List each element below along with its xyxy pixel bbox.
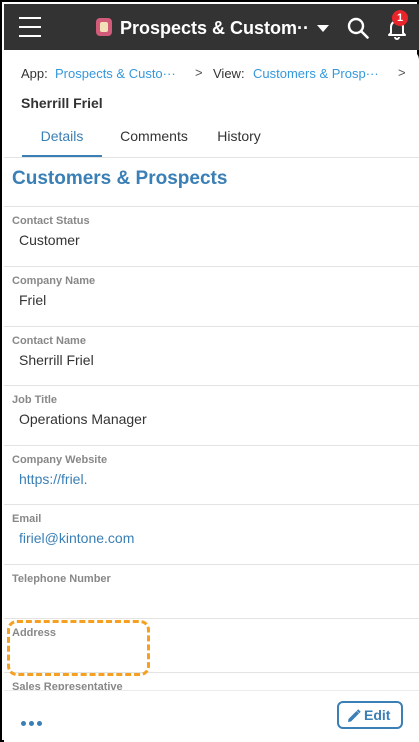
field-value: Customer: [19, 232, 80, 248]
app-icon: [96, 18, 112, 36]
field-label: Company Website: [12, 454, 108, 466]
top-bar: Prospects & Custom···: [4, 4, 419, 50]
search-icon[interactable]: [347, 17, 369, 39]
field-label: Contact Name: [12, 335, 86, 347]
field-value: Sherrill Friel: [19, 352, 94, 368]
breadcrumb-view-link[interactable]: Customers & Prosp···: [253, 66, 379, 81]
tab-history[interactable]: History: [207, 122, 271, 158]
tab-comments[interactable]: Comments: [108, 122, 200, 158]
field-job-title: Job Title Operations Manager: [4, 385, 419, 445]
field-company-name: Company Name Friel: [4, 266, 419, 326]
breadcrumb-app-link[interactable]: Prospects & Custo···: [55, 66, 176, 81]
field-label: Telephone Number: [12, 573, 111, 585]
field-label: Contact Status: [12, 215, 90, 227]
edit-button[interactable]: Edit: [337, 701, 403, 729]
tab-bar: Details Comments History: [4, 122, 419, 158]
details-panel: Customers & Prospects Contact Status Cus…: [4, 158, 419, 690]
section-title: Customers & Prospects: [12, 168, 228, 189]
breadcrumb-separator: >: [398, 65, 406, 80]
field-contact-status: Contact Status Customer: [4, 206, 419, 266]
field-value: Operations Manager: [19, 411, 147, 427]
field-label: Address: [12, 627, 57, 639]
app-frame: Prospects & Custom··· 1 App: Prospects &…: [0, 0, 419, 742]
bottom-toolbar: Edit: [4, 690, 419, 742]
field-sales-representative: Sales Representative: [4, 672, 419, 690]
company-website-link[interactable]: https://friel.: [19, 471, 87, 487]
field-address: Address: [4, 618, 419, 672]
field-label: Company Name: [12, 275, 96, 287]
field-label: Email: [12, 513, 42, 525]
field-value: Friel: [19, 292, 47, 308]
pencil-icon: [348, 709, 361, 722]
more-options-icon[interactable]: [21, 713, 49, 726]
app-title[interactable]: Prospects & Custom···: [120, 16, 310, 40]
menu-icon[interactable]: [19, 17, 41, 37]
field-label: Sales Representative: [12, 681, 123, 690]
breadcrumb: App: Prospects & Custo··· > View: Custom…: [21, 65, 416, 84]
record-card: App: Prospects & Custo··· > View: Custom…: [4, 50, 419, 690]
field-contact-name: Contact Name Sherrill Friel: [4, 326, 419, 385]
field-email: Email firiel@kintone.com: [4, 504, 419, 564]
breadcrumb-view-prefix: View:: [213, 66, 245, 81]
field-label: Job Title: [12, 394, 58, 406]
tab-details[interactable]: Details: [22, 122, 102, 158]
field-company-website: Company Website https://friel.: [4, 445, 419, 504]
email-link[interactable]: firiel@kintone.com: [19, 530, 134, 546]
chevron-down-icon[interactable]: [317, 25, 329, 32]
breadcrumb-app-prefix: App:: [21, 66, 48, 81]
edit-button-label: Edit: [364, 707, 391, 723]
breadcrumb-separator: >: [195, 65, 203, 80]
record-title: Sherrill Friel: [21, 95, 103, 111]
field-telephone-number: Telephone Number: [4, 564, 419, 618]
notification-badge: 1: [392, 10, 408, 26]
